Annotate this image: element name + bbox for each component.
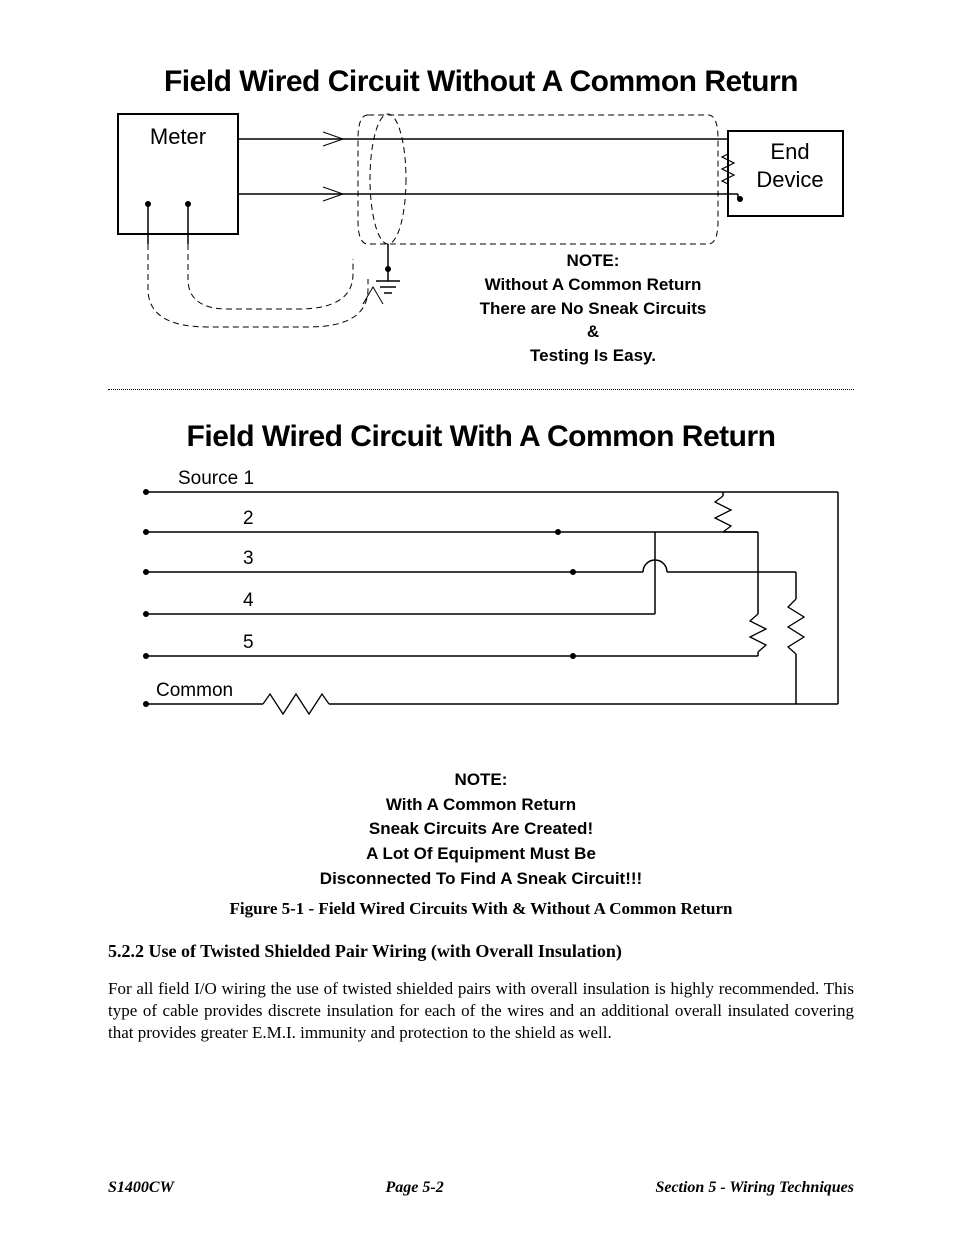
- figure2-svg: Source 1 2 3 4 5: [108, 464, 854, 744]
- source-label-1: 2: [243, 508, 254, 529]
- note2-line3: A Lot Of Equipment Must Be: [108, 842, 854, 867]
- note1-heading: NOTE:: [418, 249, 768, 273]
- note1-line3: &: [418, 320, 768, 344]
- note1-line4: Testing Is Easy.: [418, 344, 768, 368]
- end-device-label2: Device: [756, 167, 823, 192]
- section-heading: 5.2.2 Use of Twisted Shielded Pair Wirin…: [108, 941, 854, 962]
- footer-center: Page 5-2: [386, 1179, 444, 1197]
- source-label-5: Common: [156, 680, 233, 701]
- source-label-3: 4: [243, 590, 254, 611]
- source-label-2: 3: [243, 548, 254, 569]
- figure1-diagram: Meter End Device: [108, 109, 854, 369]
- note1-line1: Without A Common Return: [418, 273, 768, 297]
- figure1-note: NOTE: Without A Common Return There are …: [418, 249, 768, 368]
- footer-right: Section 5 - Wiring Techniques: [655, 1179, 854, 1197]
- section-body: For all field I/O wiring the use of twis…: [108, 978, 854, 1044]
- note2-line4: Disconnected To Find A Sneak Circuit!!!: [108, 867, 854, 892]
- note1-line2: There are No Sneak Circuits: [418, 297, 768, 321]
- figure2-note: NOTE: With A Common Return Sneak Circuit…: [108, 768, 854, 891]
- figure1-title: Field Wired Circuit Without A Common Ret…: [108, 65, 854, 99]
- page-footer: S1400CW Page 5-2 Section 5 - Wiring Tech…: [108, 1179, 854, 1197]
- footer-left: S1400CW: [108, 1179, 174, 1197]
- source-label-0: Source 1: [178, 468, 254, 489]
- figure2-diagram: Source 1 2 3 4 5: [108, 464, 854, 764]
- end-device-label1: End: [770, 139, 809, 164]
- note2-line1: With A Common Return: [108, 793, 854, 818]
- note2-heading: NOTE:: [108, 768, 854, 793]
- source-label-4: 5: [243, 632, 254, 653]
- figure-caption: Figure 5-1 - Field Wired Circuits With &…: [108, 899, 854, 919]
- meter-label: Meter: [150, 124, 206, 149]
- note2-line2: Sneak Circuits Are Created!: [108, 817, 854, 842]
- figure-divider: [108, 389, 854, 390]
- figure2-title: Field Wired Circuit With A Common Return: [108, 420, 854, 454]
